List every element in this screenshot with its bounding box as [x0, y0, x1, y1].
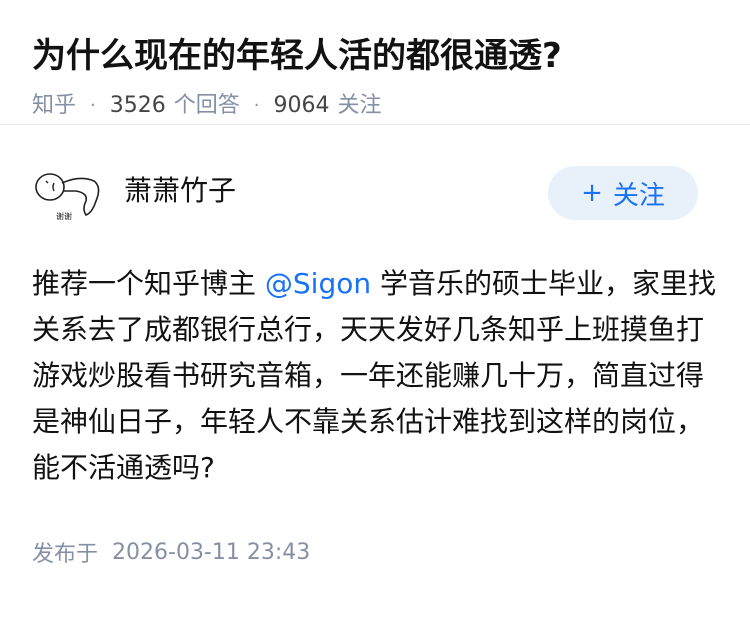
answer-count-label[interactable]: 个回答 — [174, 88, 240, 124]
avatar-caption: 谢谢 — [56, 211, 72, 221]
answer-content: 推荐一个知乎博主 @Sigon 学音乐的硕士毕业，家里找关系去了成都银行总行，天… — [32, 261, 718, 491]
source-label[interactable]: 知乎 — [32, 88, 76, 124]
publish-time: 2026-03-11 23:43 — [112, 539, 311, 565]
answer-card: 谢谢 萧萧竹子 + 关注 推荐一个知乎博主 @Sigon 学音乐的硕士毕业，家里… — [0, 125, 750, 568]
meta-separator: · — [90, 95, 96, 116]
avatar[interactable]: 谢谢 — [32, 157, 104, 229]
follower-count-label[interactable]: 关注 — [338, 88, 382, 124]
follow-button[interactable]: + 关注 — [548, 166, 698, 220]
publish-label: 发布于 — [32, 542, 99, 567]
publish-info: 发布于 2026-03-11 23:43 — [32, 536, 718, 568]
meta-separator: · — [253, 95, 260, 116]
question-header: 为什么现在的年轻人活的都很通透? 知乎 · 3526 个回答 · 9064 关注 — [0, 0, 750, 125]
answer-text-before: 推荐一个知乎博主 — [32, 267, 265, 300]
follower-count: 9064 — [273, 93, 330, 118]
user-mention-link[interactable]: @Sigon — [265, 267, 371, 300]
author-name[interactable]: 萧萧竹子 — [124, 169, 548, 209]
follow-button-label: 关注 — [612, 180, 665, 211]
question-meta: 知乎 · 3526 个回答 · 9064 关注 — [32, 88, 718, 124]
plus-icon: + — [581, 178, 603, 208]
answer-count: 3526 — [109, 93, 166, 118]
author-row: 谢谢 萧萧竹子 + 关注 — [32, 125, 718, 261]
question-title[interactable]: 为什么现在的年轻人活的都很通透? — [32, 26, 718, 86]
